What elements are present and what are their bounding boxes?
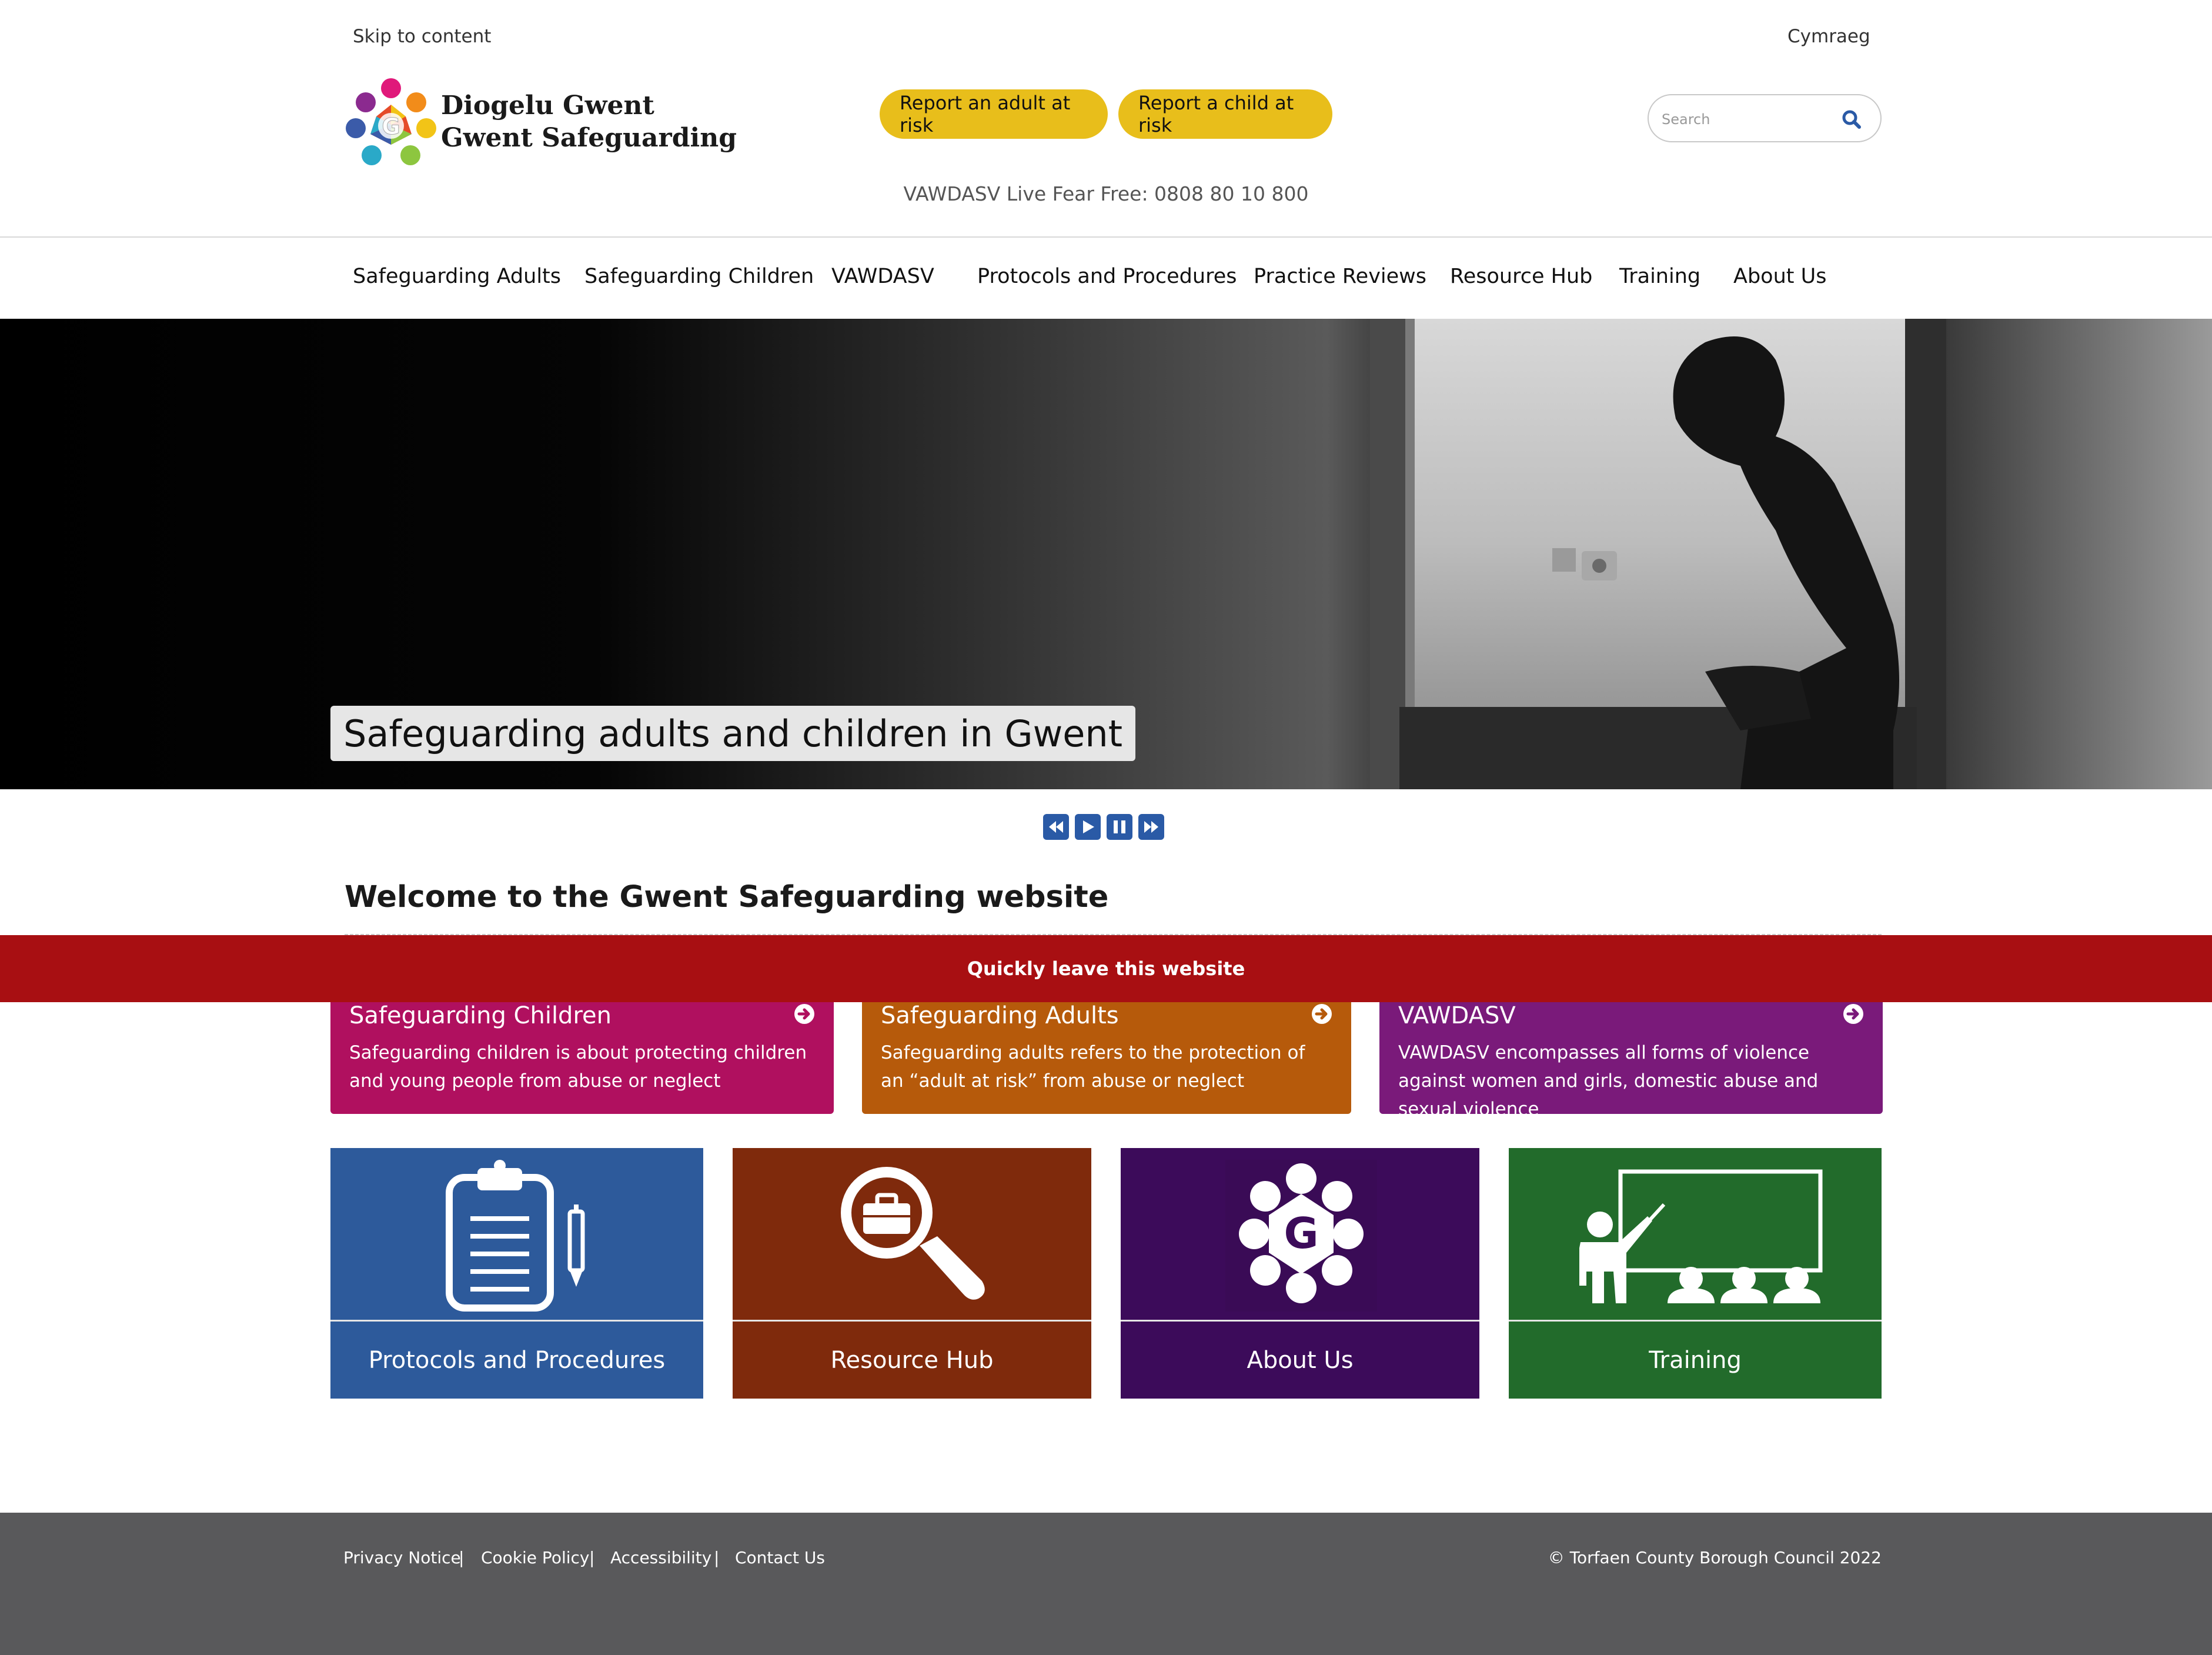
card-description: Safeguarding adults refers to the protec… — [881, 1042, 1305, 1092]
arrow-right-circle-icon — [794, 1004, 814, 1024]
tile-resource-hub[interactable]: Resource Hub — [733, 1148, 1091, 1399]
report-child-button[interactable]: Report a child at risk — [1118, 89, 1332, 139]
arrow-right-circle-icon — [1312, 1004, 1332, 1024]
vawdasv-hotline: VAWDASV Live Fear Free: 0808 80 10 800 — [903, 182, 1309, 205]
pause-icon — [1114, 820, 1125, 833]
footer-separator: | — [589, 1548, 595, 1567]
nav-item-practice-reviews[interactable]: Practice Reviews — [1254, 265, 1426, 288]
clipboard-icon — [446, 1160, 585, 1312]
site-footer — [0, 1513, 2212, 1655]
card-title: Safeguarding Adults — [881, 1002, 1119, 1029]
tile-label: About Us — [1247, 1346, 1354, 1374]
footer-link-accessibility[interactable]: Accessibility — [610, 1548, 711, 1567]
footer-separator: | — [459, 1548, 465, 1567]
footer-link-cookies[interactable]: Cookie Policy — [481, 1548, 589, 1567]
footer-link-contact[interactable]: Contact Us — [735, 1548, 825, 1567]
logo-title: Diogelu Gwent Gwent Safeguarding — [441, 89, 737, 154]
slider-previous-button[interactable] — [1043, 814, 1069, 840]
tile-about-us[interactable]: G About Us — [1121, 1148, 1479, 1399]
footer-link-privacy[interactable]: Privacy Notice — [343, 1548, 461, 1567]
nav-item-safeguarding-adults[interactable]: Safeguarding Adults — [353, 265, 561, 288]
card-description: Safeguarding children is about protectin… — [349, 1042, 807, 1092]
arrow-right-circle-icon — [1843, 1004, 1863, 1024]
svg-text:G: G — [382, 114, 400, 139]
slider-next-button[interactable] — [1138, 814, 1164, 840]
tile-protocols-procedures[interactable]: Protocols and Procedures — [330, 1148, 703, 1399]
nav-item-safeguarding-children[interactable]: Safeguarding Children — [584, 265, 814, 288]
hero-caption: Safeguarding adults and children in Gwen… — [330, 706, 1136, 761]
logo-line-english: Gwent Safeguarding — [441, 123, 737, 153]
card-title: VAWDASV — [1398, 1002, 1516, 1029]
nav-item-vawdasv[interactable]: VAWDASV — [831, 265, 934, 288]
search-icon[interactable] — [1840, 108, 1863, 131]
footer-copyright: © Torfaen County Borough Council 2022 — [1548, 1548, 1882, 1567]
nav-item-protocols-procedures[interactable]: Protocols and Procedures — [977, 265, 1237, 288]
card-safeguarding-children[interactable]: Safeguarding Children Safeguarding child… — [330, 1002, 834, 1114]
slider-play-button[interactable] — [1075, 814, 1101, 840]
nav-item-resource-hub[interactable]: Resource Hub — [1450, 265, 1592, 288]
logo-line-welsh: Diogelu Gwent — [441, 91, 654, 121]
welcome-heading: Welcome to the Gwent Safeguarding websit… — [345, 880, 1109, 915]
nav-item-about-us[interactable]: About Us — [1733, 265, 1826, 288]
card-vawdasv[interactable]: VAWDASV VAWDASV encompasses all forms of… — [1379, 1002, 1883, 1120]
teacher-class-icon — [1579, 1169, 1823, 1303]
nav-item-training[interactable]: Training — [1619, 265, 1700, 288]
svg-text:G: G — [1284, 1209, 1318, 1258]
tile-label: Resource Hub — [830, 1346, 994, 1374]
card-title: Safeguarding Children — [349, 1002, 612, 1029]
play-icon — [1083, 820, 1094, 833]
language-toggle-link[interactable]: Cymraeg — [1787, 26, 1870, 47]
search-box — [1648, 94, 1882, 142]
tile-label: Protocols and Procedures — [368, 1346, 666, 1374]
gwent-g-logo-icon: G — [1225, 1160, 1377, 1312]
tile-label: Training — [1649, 1346, 1742, 1374]
card-description: VAWDASV encompasses all forms of violenc… — [1398, 1042, 1819, 1120]
footer-separator: | — [714, 1548, 720, 1567]
card-safeguarding-adults[interactable]: Safeguarding Adults Safeguarding adults … — [862, 1002, 1351, 1114]
skip-to-content-link[interactable]: Skip to content — [353, 26, 491, 47]
slider-pause-button[interactable] — [1107, 814, 1132, 840]
magnifier-briefcase-icon — [841, 1167, 985, 1300]
report-adult-button[interactable]: Report an adult at risk — [880, 89, 1108, 139]
quick-exit-button[interactable]: Quickly leave this website — [0, 935, 2212, 1002]
tile-training[interactable]: Training — [1509, 1148, 1882, 1399]
search-input[interactable] — [1660, 106, 1839, 133]
next-icon — [1144, 821, 1158, 833]
gwent-logo-icon: G — [346, 78, 436, 165]
previous-icon — [1049, 821, 1063, 833]
main-navigation: Safeguarding Adults Safeguarding Childre… — [0, 238, 2212, 319]
